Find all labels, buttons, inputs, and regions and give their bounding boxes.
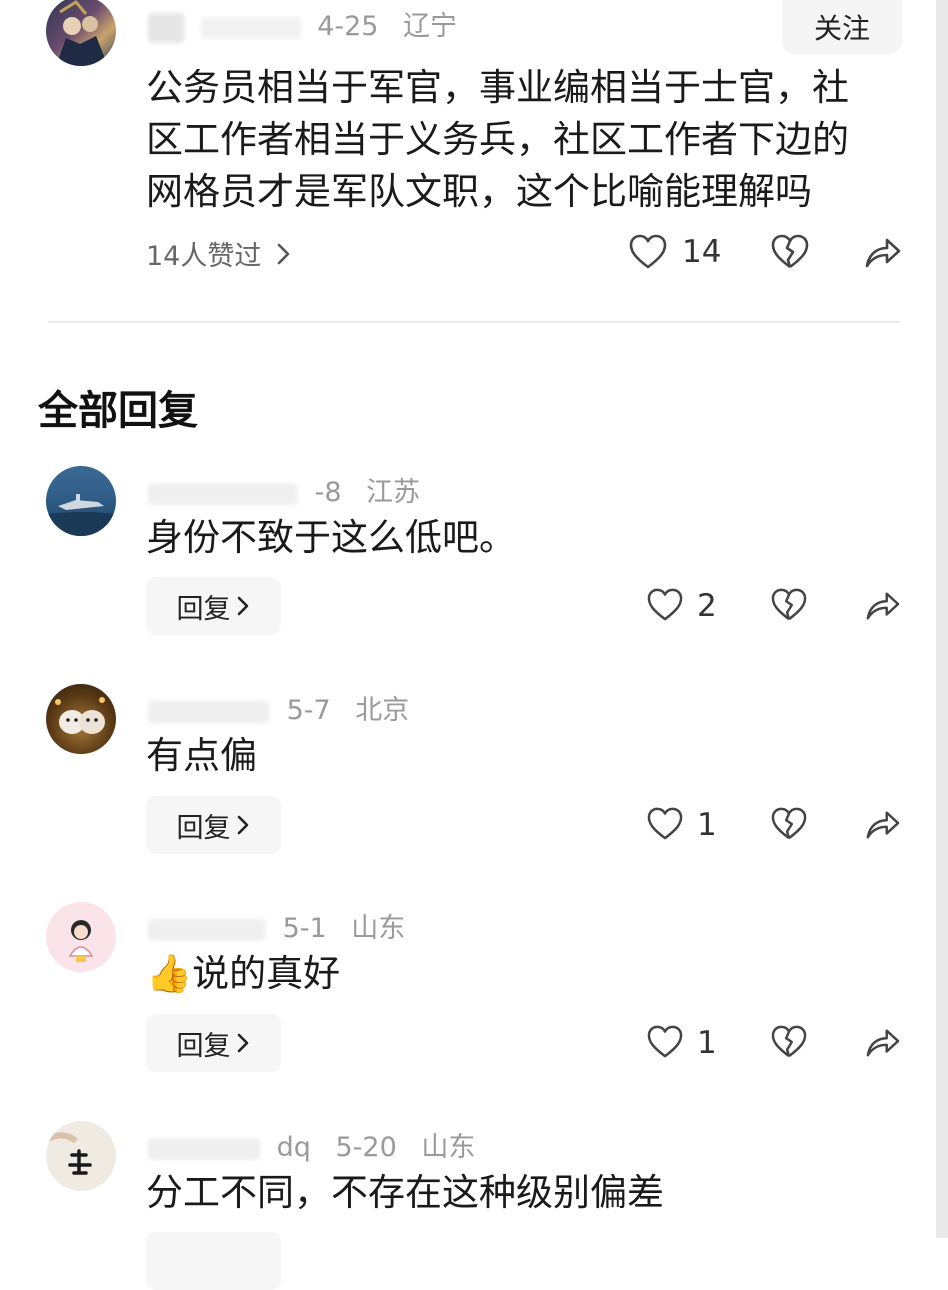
reply-3-location: 山东	[351, 913, 406, 944]
post-author-name-redacted	[148, 12, 184, 43]
reply-4-location: 山东	[421, 1132, 476, 1163]
reply-1-date: -8	[314, 477, 342, 508]
follow-button[interactable]: 关注	[782, 0, 902, 54]
chevron-right-icon	[278, 243, 290, 264]
reply-1-name-redacted	[148, 482, 298, 505]
likes-summary-link[interactable]: 14人赞过	[146, 234, 295, 273]
share-arrow-icon[interactable]	[863, 807, 901, 841]
reply-2-like-count: 1	[697, 807, 717, 843]
post-text-line-1: 公务员相当于军官，事业编相当于士官，社	[146, 66, 849, 109]
broken-heart-icon[interactable]	[771, 588, 807, 622]
heart-outline-icon[interactable]	[647, 588, 683, 622]
reply-2-text: 有点偏	[146, 734, 257, 777]
reply-1-reply-button[interactable]: 回复	[146, 577, 281, 635]
reply-2-reply-label: 回复	[176, 812, 231, 844]
reply-4-text: 分工不同，不存在这种级别偏差	[146, 1171, 664, 1214]
share-arrow-icon[interactable]	[863, 588, 901, 622]
reply-1-avatar[interactable]	[46, 466, 116, 536]
thumbs-up-icon: 👍	[146, 952, 193, 995]
reply-3-meta: 5-1 山东	[148, 906, 405, 945]
reply-4-reply-button[interactable]	[146, 1232, 281, 1290]
reply-3-text-content: 说的真好	[192, 952, 341, 995]
reply-1-reply-label: 回复	[176, 593, 231, 625]
post-text-line-3: 网格员才是军队文职，这个比喻能理解吗	[146, 170, 812, 213]
post-like-count: 14	[682, 234, 722, 270]
reply-4-name-fragment: dq	[276, 1132, 311, 1163]
scrollbar-track[interactable]	[936, 0, 948, 1238]
section-title: 全部回复	[38, 388, 198, 434]
reply-3-avatar[interactable]	[46, 902, 116, 972]
reply-2-name-redacted	[148, 700, 270, 723]
reply-3-name-redacted	[148, 918, 266, 941]
likes-summary-label: 14人赞过	[146, 241, 262, 272]
heart-outline-icon[interactable]	[629, 234, 667, 270]
post-author-name-redacted-2	[200, 16, 301, 39]
reply-3-reply-label: 回复	[176, 1030, 231, 1062]
heart-outline-icon[interactable]	[647, 1025, 683, 1059]
broken-heart-icon[interactable]	[771, 1025, 807, 1059]
reply-3-reply-button[interactable]: 回复	[146, 1014, 281, 1072]
reply-1-meta: -8 江苏	[148, 470, 420, 509]
post-text-line-2: 区工作者相当于义务兵，社区工作者下边的	[146, 118, 849, 161]
reply-2-reply-button[interactable]: 回复	[146, 796, 281, 854]
share-arrow-icon[interactable]	[863, 234, 901, 270]
broken-heart-icon[interactable]	[771, 807, 807, 841]
reply-1-location: 江苏	[366, 477, 421, 508]
chevron-right-icon	[237, 1033, 248, 1053]
reply-1-text: 身份不致于这么低吧。	[146, 516, 516, 559]
reply-1-like-count: 2	[697, 588, 717, 624]
chevron-right-icon	[237, 596, 248, 616]
post-text: 公务员相当于军官，事业编相当于士官，社 区工作者相当于义务兵，社区工作者下边的 …	[146, 62, 849, 218]
post-location: 辽宁	[403, 11, 458, 42]
reply-4-date: 5-20	[335, 1132, 397, 1163]
heart-outline-icon[interactable]	[647, 807, 683, 841]
post-date: 4-25	[317, 11, 379, 42]
reply-2-location: 北京	[355, 695, 410, 726]
reply-4-meta: dq 5-20 山东	[148, 1125, 475, 1164]
post-divider	[48, 321, 900, 323]
reply-2-date: 5-7	[286, 695, 331, 726]
reply-2-meta: 5-7 北京	[148, 688, 409, 727]
share-arrow-icon[interactable]	[863, 1025, 901, 1059]
post-meta: 4-25 辽宁	[148, 4, 457, 43]
reply-3-date: 5-1	[282, 913, 327, 944]
post-author-avatar[interactable]	[46, 0, 116, 66]
broken-heart-icon[interactable]	[771, 234, 809, 270]
reply-2-avatar[interactable]	[46, 684, 116, 754]
reply-3-like-count: 1	[697, 1025, 717, 1061]
chevron-right-icon	[237, 815, 248, 835]
reply-4-avatar[interactable]	[46, 1121, 116, 1191]
reply-3-text: 👍说的真好	[146, 948, 340, 1000]
reply-4-name-redacted	[148, 1137, 260, 1160]
